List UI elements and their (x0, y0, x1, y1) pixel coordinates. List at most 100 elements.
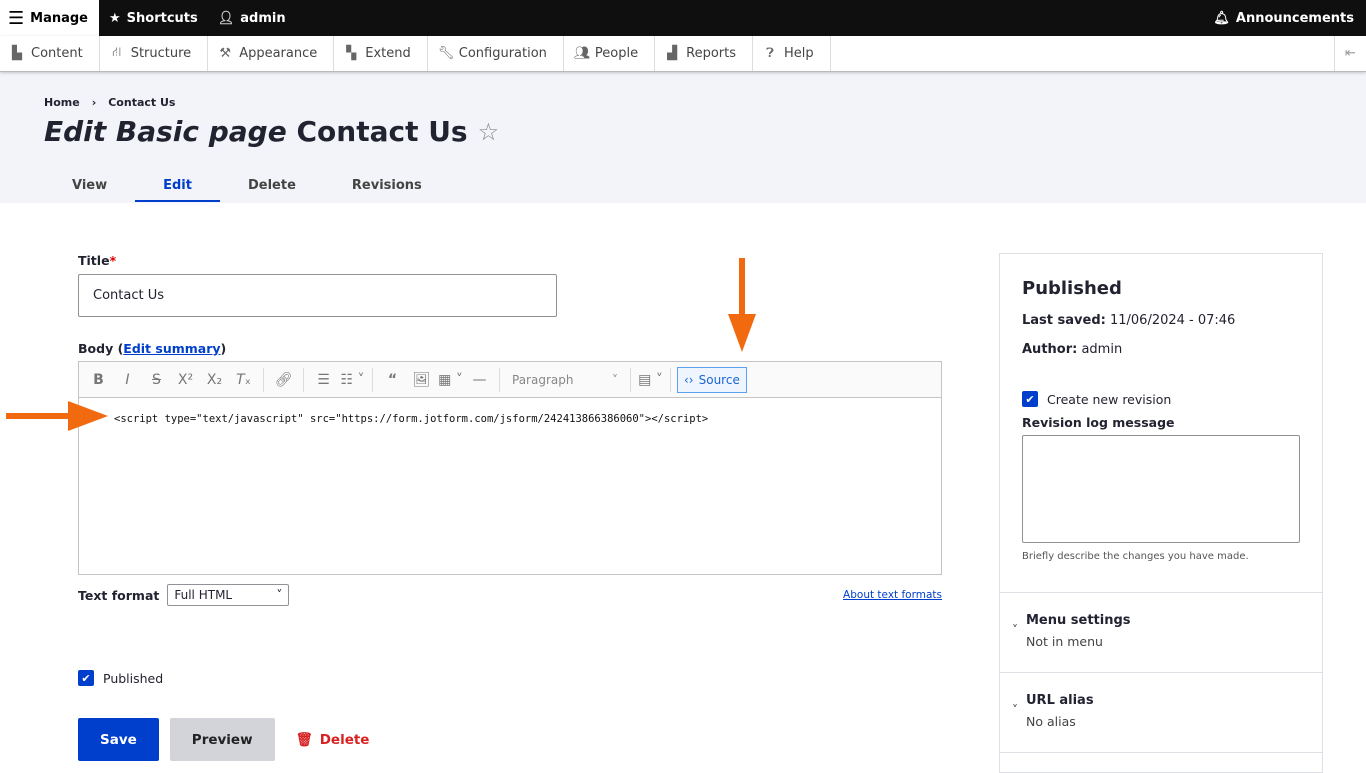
about-text-formats-link[interactable]: About text formats (843, 589, 942, 601)
preview-button[interactable]: Preview (169, 718, 275, 761)
breadcrumb-home[interactable]: Home (44, 96, 80, 109)
tray-appearance[interactable]: ⚒ Appearance (208, 36, 335, 71)
announcements-label: Announcements (1235, 10, 1354, 26)
save-button[interactable]: Save (78, 718, 159, 761)
tab-delete[interactable]: Delete (220, 170, 324, 202)
horizontal-line-icon[interactable]: — (466, 367, 493, 393)
create-revision-checkbox[interactable]: ✔ (1022, 391, 1038, 407)
code-block-icon[interactable]: ▤ ˅ (637, 367, 664, 393)
form-actions: Save Preview 🗑︎ Delete (78, 718, 379, 761)
delete-label: Delete (319, 731, 370, 748)
bold-icon[interactable]: B (85, 367, 112, 393)
strikethrough-icon[interactable]: S (143, 367, 170, 393)
url-alias-value: No alias (1026, 714, 1076, 729)
remove-format-icon[interactable]: Tₓ (230, 367, 257, 393)
tray-people[interactable]: 👥︎ People (564, 36, 656, 71)
tray-label: Configuration (458, 46, 547, 61)
numbered-list-icon[interactable]: ☷ ˅ (339, 367, 366, 393)
breadcrumb: Home › Contact Us (44, 96, 1366, 109)
help-icon: ❓︎ (766, 46, 774, 61)
title-input[interactable]: Contact Us (78, 274, 557, 317)
user-icon: 👤︎ (217, 10, 235, 26)
divider (372, 367, 373, 392)
menu-settings-value: Not in menu (1026, 634, 1103, 649)
editor-toolbar: B I S X² X₂ Tₓ 🔗︎ ☰ ☷ ˅ “ 🖼︎ ▦ ˅ — Parag… (79, 362, 941, 398)
paragraph-dropdown[interactable]: Paragraph ˅ (506, 373, 624, 387)
tab-edit[interactable]: Edit (135, 170, 220, 202)
wrench-icon: 🔧︎ (437, 46, 455, 61)
revision-log-textarea[interactable] (1022, 435, 1300, 543)
user-label: admin (240, 10, 286, 26)
star-shortcut-icon[interactable]: ☆ (478, 118, 500, 146)
published-checkbox[interactable]: ✔ (78, 670, 94, 686)
tray-configuration[interactable]: 🔧︎ Configuration (428, 36, 564, 71)
tab-view[interactable]: View (44, 170, 135, 202)
text-format-value: Full HTML (174, 588, 233, 602)
table-icon[interactable]: ▦ ˅ (437, 367, 464, 393)
delete-button[interactable]: 🗑︎ Delete (286, 718, 380, 761)
revision-log-label: Revision log message (1022, 415, 1175, 430)
tray-label: Appearance (239, 46, 318, 61)
tray-content[interactable]: ▙ Content (0, 36, 100, 71)
people-icon: 👥︎ (573, 46, 591, 61)
url-alias-title: URL alias (1026, 693, 1094, 708)
collapse-tray-button[interactable]: ⇤ (1334, 36, 1366, 71)
admin-toolbar: ☰ Manage ★ Shortcuts 👤︎ admin 🔔︎ Announcemen… (0, 0, 1366, 36)
announcements-button[interactable]: 🔔︎ Announcements (1203, 0, 1366, 36)
required-marker: * (109, 253, 117, 268)
paintbrush-icon: ⚒ (219, 46, 232, 61)
tray-help[interactable]: ❓︎ Help (753, 36, 831, 71)
tray-reports[interactable]: ▟ Reports (655, 36, 753, 71)
breadcrumb-current[interactable]: Contact Us (108, 96, 175, 109)
blockquote-icon[interactable]: “ (379, 367, 406, 393)
body-content[interactable]: <script type="text/javascript" src="http… (79, 398, 941, 425)
body-label: Body (Edit summary) (78, 341, 942, 356)
tray-label: Structure (130, 46, 192, 61)
tray-label: Reports (686, 46, 736, 61)
link-icon[interactable]: 🔗︎ (270, 367, 297, 393)
published-label: Published (103, 670, 164, 686)
trash-icon: 🗑︎ (295, 731, 313, 748)
annotation-arrow-right-icon (6, 401, 108, 431)
tray-structure[interactable]: ⛙ Structure (100, 36, 209, 71)
last-saved-value: 11/06/2024 - 07:46 (1109, 313, 1236, 328)
manage-label: Manage (30, 10, 88, 26)
manage-button[interactable]: ☰ Manage (0, 0, 99, 36)
text-format-select[interactable]: Full HTML ˅ (167, 584, 290, 606)
tray-label: Extend (365, 46, 411, 61)
status-heading: Published (1022, 278, 1122, 299)
create-revision-row[interactable]: ✔ Create new revision (1022, 391, 1300, 407)
tray-label: Content (31, 46, 83, 61)
title-prefix: Edit Basic page (44, 115, 287, 148)
bulleted-list-icon[interactable]: ☰ (310, 367, 337, 393)
published-checkbox-row[interactable]: ✔ Published (78, 670, 163, 686)
superscript-icon[interactable]: X² (172, 367, 199, 393)
collapse-icon: ⇤ (1345, 46, 1356, 61)
author: Author: admin (1022, 342, 1300, 357)
paragraph-label: Paragraph (512, 372, 574, 387)
last-saved-label: Last saved: (1022, 313, 1106, 328)
toolbar-tray: ▙ Content ⛙ Structure ⚒ Appearance ▚ Extend … (0, 36, 1366, 72)
italic-icon[interactable]: I (114, 367, 141, 393)
source-label: Source (698, 372, 740, 387)
image-upload-icon[interactable]: 🖼︎ (408, 367, 435, 393)
meta-sidebar: Published Last saved: 11/06/2024 - 07:46… (999, 253, 1323, 773)
body-editor: B I S X² X₂ Tₓ 🔗︎ ☰ ☷ ˅ “ 🖼︎ ▦ ˅ — Parag… (78, 361, 942, 575)
create-revision-label: Create new revision (1047, 391, 1172, 407)
source-button[interactable]: ‹› Source (677, 366, 747, 393)
tab-revisions[interactable]: Revisions (324, 170, 450, 202)
url-alias-accordion[interactable]: ˅ URL alias No alias (1000, 673, 1322, 753)
edit-summary-link[interactable]: Edit summary (123, 341, 220, 356)
shortcuts-button[interactable]: ★ Shortcuts (99, 0, 208, 36)
chevron-down-icon: ˅ (276, 588, 283, 602)
user-button[interactable]: 👤︎ admin (208, 0, 296, 36)
title-name: Contact Us (296, 115, 468, 148)
divider (670, 367, 671, 392)
page-title: Edit Basic page Contact Us ☆ (44, 115, 1366, 148)
tray-extend[interactable]: ▚ Extend (334, 36, 428, 71)
divider (263, 367, 264, 392)
node-form: Title* Contact Us Body (Edit summary) B … (78, 253, 942, 761)
menu-settings-accordion[interactable]: ˅ Menu settings Not in menu (1000, 593, 1322, 673)
shortcuts-label: Shortcuts (126, 10, 198, 26)
subscript-icon[interactable]: X₂ (201, 367, 228, 393)
